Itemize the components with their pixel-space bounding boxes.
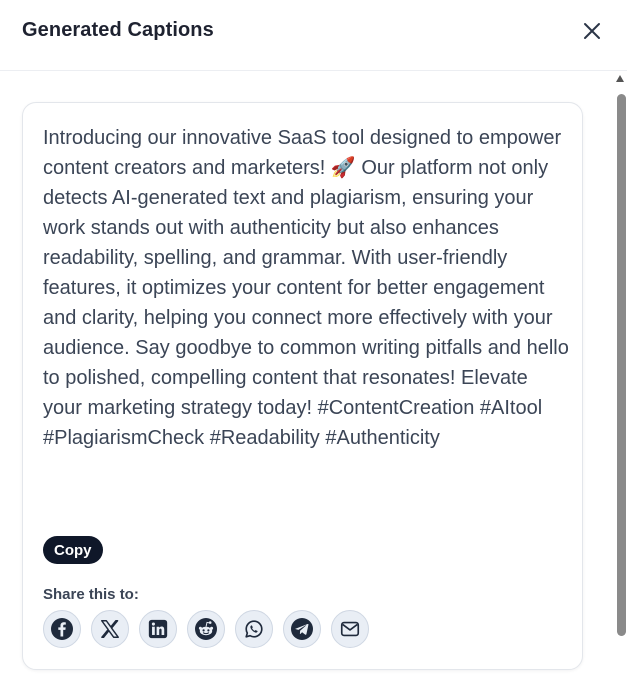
share-reddit-button[interactable] (187, 610, 225, 648)
x-icon (101, 620, 119, 638)
copy-button[interactable]: Copy (43, 536, 103, 564)
share-email-button[interactable] (331, 610, 369, 648)
share-linkedin-button[interactable] (139, 610, 177, 648)
caption-text: Introducing our innovative SaaS tool des… (43, 127, 569, 449)
email-icon (340, 621, 360, 637)
modal-body: Introducing our innovative SaaS tool des… (0, 72, 627, 687)
close-icon (584, 23, 600, 39)
facebook-icon (51, 618, 73, 640)
vertical-scrollbar[interactable] (613, 72, 627, 687)
linkedin-icon (148, 619, 168, 639)
telegram-icon (291, 618, 313, 640)
share-facebook-button[interactable] (43, 610, 81, 648)
share-telegram-button[interactable] (283, 610, 321, 648)
scroll-thumb[interactable] (617, 94, 626, 636)
modal-header: Generated Captions (0, 0, 627, 71)
scroll-up-arrow-icon[interactable] (616, 75, 624, 82)
share-buttons (43, 610, 369, 648)
modal-title: Generated Captions (22, 19, 214, 41)
reddit-icon (195, 618, 217, 640)
caption-card: Introducing our innovative SaaS tool des… (22, 102, 583, 670)
whatsapp-icon (245, 620, 263, 638)
close-button[interactable] (580, 19, 604, 43)
share-x-button[interactable] (91, 610, 129, 648)
share-whatsapp-button[interactable] (235, 610, 273, 648)
share-label: Share this to: (43, 586, 139, 603)
